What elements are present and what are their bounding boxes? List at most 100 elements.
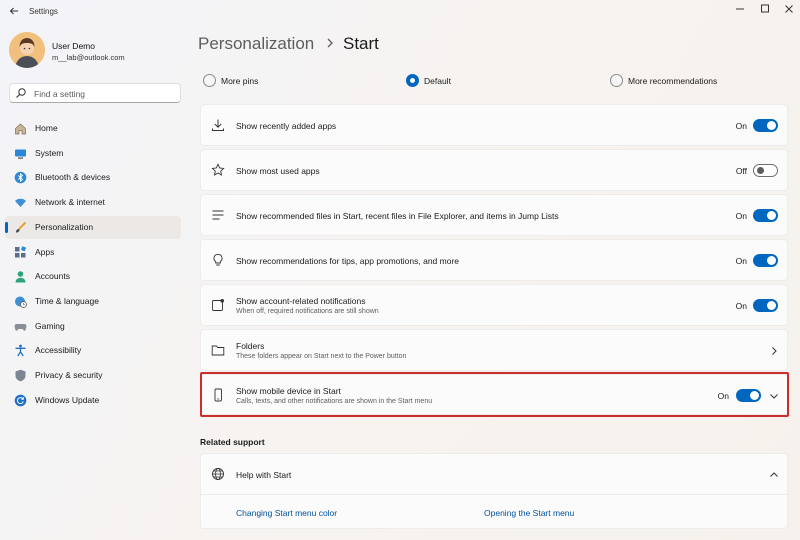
accounts-icon [15,271,26,283]
sidebar-item-network[interactable]: Network & internet [5,191,181,214]
selection-indicator [5,222,8,233]
radio-more-pins[interactable]: More pins [203,73,283,89]
setting-title: Folders [236,341,265,351]
download-icon [212,119,224,131]
user-email: m__lab@outlook.com [52,53,125,62]
toggle-switch[interactable] [753,299,778,312]
setting-row-most-used[interactable]: Show most used apps Off [200,149,788,191]
back-arrow-icon[interactable] [8,5,20,17]
globe-icon [212,468,224,480]
sidebar-item-label: Privacy & security [35,370,103,380]
radio-label: Default [424,76,451,86]
toggle-switch[interactable] [753,254,778,267]
avatar[interactable] [9,32,45,68]
gamepad-icon [14,324,27,331]
folder-icon [211,345,225,356]
divider [201,494,787,495]
shield-icon [15,369,26,382]
sidebar-item-label: Accounts [35,271,70,281]
globe-clock-icon [15,296,27,308]
radio-label: More pins [221,76,259,86]
setting-title: Show account-related notifications [236,296,366,306]
update-icon [14,394,27,407]
radio-more-recommendations[interactable]: More recommendations [610,73,740,89]
page-title: Start [343,34,379,53]
search-box[interactable] [9,83,181,103]
toggle-switch[interactable] [753,164,778,177]
link-changing-start-menu-color[interactable]: Changing Start menu color [236,508,337,518]
link-opening-start-menu[interactable]: Opening the Start menu [484,508,574,518]
breadcrumb-parent[interactable]: Personalization [198,34,314,54]
sidebar-item-label: Apps [35,247,55,257]
sidebar-item-label: Home [35,123,58,133]
setting-title: Show recently added apps [236,121,337,131]
setting-subtitle: When off, required notifications are sti… [236,308,379,315]
setting-title: Show recommendations for tips, app promo… [236,256,460,266]
setting-row-recently-added[interactable]: Show recently added apps On [200,104,788,146]
title-bar: Settings [0,0,800,24]
radio-button-selected[interactable] [406,74,419,87]
toggle-state: Off [735,166,747,176]
setting-title: Show most used apps [236,166,320,176]
sidebar-item-label: Network & internet [35,197,105,207]
setting-row-recommended-files[interactable]: Show recommended files in Start, recent … [200,194,788,236]
sidebar-item-accounts[interactable]: Accounts [5,265,181,288]
sidebar-item-label: Windows Update [35,395,100,405]
radio-label: More recommendations [628,76,718,86]
help-title: Help with Start [236,470,292,480]
toggle-switch[interactable] [753,119,778,132]
radio-button[interactable] [610,74,623,87]
sidebar-item-label: Bluetooth & devices [35,172,111,182]
chevron-right-icon [327,38,333,48]
search-icon [16,88,26,98]
sidebar-item-time-language[interactable]: Time & language [5,290,181,313]
toggle-state: On [735,211,747,221]
close-icon[interactable] [781,2,797,16]
toggle-state: On [735,301,747,311]
sidebar-item-label: Time & language [35,296,99,306]
sidebar-item-label: System [35,148,64,158]
accessibility-icon [15,344,26,357]
setting-row-account-notifications[interactable]: Show account-related notifications When … [200,284,788,326]
sidebar-item-apps[interactable]: Apps [5,241,181,264]
sidebar-item-windows-update[interactable]: Windows Update [5,389,181,412]
highlight-box [200,372,789,417]
sidebar-item-home[interactable]: Home [5,117,181,140]
apps-icon [15,246,27,258]
minimize-icon[interactable] [732,2,748,16]
window-title: Settings [29,7,58,16]
sidebar-item-label: Personalization [35,222,94,232]
user-name: User Demo [52,41,95,51]
setting-row-recommendations[interactable]: Show recommendations for tips, app promo… [200,239,788,281]
system-icon [15,149,26,159]
related-support-heading: Related support [200,437,265,447]
star-icon [211,163,225,176]
bluetooth-icon [14,171,27,184]
sidebar-item-label: Gaming [35,321,65,331]
sidebar-item-label: Accessibility [35,345,82,355]
sidebar-item-personalization[interactable]: Personalization [5,216,181,239]
sidebar-item-system[interactable]: System [5,142,181,165]
setting-title: Show recommended files in Start, recent … [236,211,559,221]
search-input[interactable] [34,87,174,100]
help-with-start-card[interactable]: Help with Start Changing Start menu colo… [200,453,788,529]
chevron-right-icon [772,347,777,355]
list-icon [212,210,224,220]
chevron-up-icon[interactable] [769,470,779,480]
sidebar-item-accessibility[interactable]: Accessibility [5,339,181,362]
maximize-icon[interactable] [757,2,773,16]
radio-button[interactable] [203,74,216,87]
lightbulb-icon [213,253,223,266]
sidebar-item-gaming[interactable]: Gaming [5,315,181,338]
home-icon [15,123,26,135]
setting-subtitle: These folders appear on Start next to th… [236,353,407,360]
brush-icon [16,221,27,233]
wifi-icon [15,198,26,207]
toggle-switch[interactable] [753,209,778,222]
radio-default[interactable]: Default [406,73,476,89]
user-avatar-icon [9,32,45,68]
sidebar-item-bluetooth[interactable]: Bluetooth & devices [5,166,181,189]
notification-icon [212,299,224,311]
setting-row-folders[interactable]: Folders These folders appear on Start ne… [200,329,788,371]
sidebar-item-privacy[interactable]: Privacy & security [5,364,181,387]
